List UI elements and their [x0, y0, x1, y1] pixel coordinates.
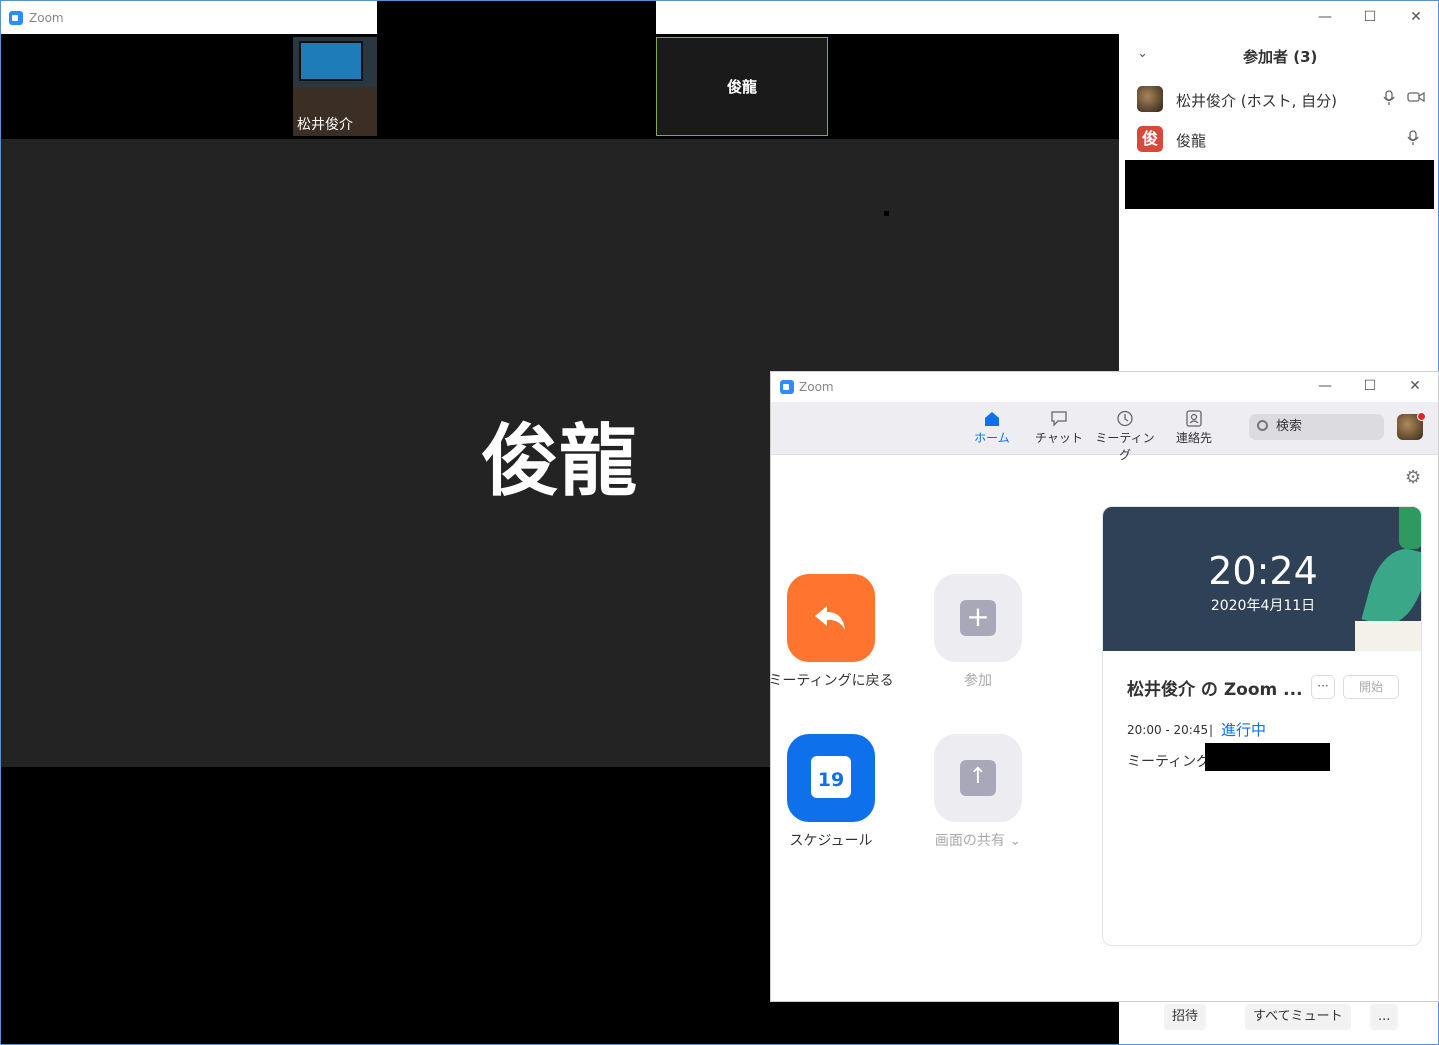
window-title: Zoom [29, 11, 64, 25]
notification-badge [1417, 412, 1426, 421]
tab-label: ミーティング [1095, 431, 1155, 462]
upload-arrow-icon: ↑ [960, 760, 996, 796]
clock-icon [1117, 410, 1133, 427]
return-to-meeting-button[interactable] [787, 574, 875, 662]
redaction-box [1125, 160, 1434, 209]
action-label: 参加 [964, 673, 992, 689]
maximize-button[interactable]: ☐ [1358, 376, 1382, 396]
more-button[interactable]: ··· [1311, 675, 1335, 699]
video-camera-icon[interactable] [1407, 90, 1425, 108]
redaction-box [1205, 743, 1330, 771]
maximize-button[interactable]: ☐ [1358, 7, 1382, 27]
tab-label: 連絡先 [1175, 431, 1212, 445]
meeting-time-range: 20:00 - 20:45 [1127, 723, 1209, 737]
mute-all-button[interactable]: すべてミュート [1245, 1004, 1351, 1030]
participant-row[interactable]: 俊 俊龍 [1119, 120, 1438, 160]
start-button[interactable]: 開始 [1343, 675, 1399, 699]
thumbnail-name: 俊龍 [726, 78, 757, 96]
zoom-logo-icon [9, 11, 23, 25]
join-button[interactable]: + [934, 574, 1022, 662]
search-input[interactable]: 検索 [1249, 414, 1384, 440]
microphone-icon[interactable] [1383, 90, 1395, 110]
home-icon [985, 412, 999, 426]
zoom-home-window: Zoom — ☐ ✕ ホーム チャット ミーティング 連絡先 検索 ⚙ ミーティ… [768, 371, 1439, 1002]
avatar: 俊 [1137, 126, 1163, 152]
avatar [1137, 86, 1163, 112]
invite-button[interactable]: 招待 [1164, 1004, 1207, 1030]
search-icon [1257, 420, 1268, 431]
plant-decoration [1399, 507, 1421, 549]
reply-arrow-icon [815, 606, 845, 630]
minimize-button[interactable]: — [1313, 7, 1337, 27]
meeting-card: 20:24 2020年4月11日 松井俊介 の Zoom ... ··· 開始 … [1102, 506, 1422, 946]
clock-banner: 20:24 2020年4月11日 [1103, 507, 1421, 651]
meeting-title: 松井俊介 の Zoom ... [1127, 680, 1303, 700]
chat-icon [1051, 411, 1067, 427]
calendar-icon: 19 [811, 756, 851, 798]
decorative-dot [884, 211, 889, 216]
more-options-button[interactable]: ... [1370, 1004, 1399, 1030]
status-badge: 進行中 [1221, 721, 1267, 739]
zoom-logo-icon [780, 380, 794, 394]
action-label: スケジュール [789, 833, 873, 849]
chevron-down-icon[interactable]: ⌄ [1009, 833, 1021, 849]
gear-icon[interactable]: ⚙ [1405, 467, 1421, 488]
contacts-icon [1186, 410, 1202, 427]
close-button[interactable]: ✕ [1403, 376, 1427, 396]
tab-label: チャット [1035, 431, 1083, 445]
redaction-box [377, 1, 656, 143]
close-button[interactable]: ✕ [1404, 7, 1428, 27]
minimize-button[interactable]: — [1313, 376, 1337, 396]
search-placeholder: 検索 [1276, 419, 1303, 434]
thumbnail-name: 松井俊介 [297, 117, 353, 133]
participant-name: 松井俊介 (ホスト, 自分) [1176, 92, 1338, 110]
clock-time: 20:24 [1208, 549, 1318, 593]
video-content [299, 41, 363, 81]
participant-row[interactable]: 松井俊介 (ホスト, 自分) [1119, 80, 1438, 120]
action-label: 画面の共有 ⌄ [903, 830, 1053, 850]
participant-name: 俊龍 [1176, 132, 1207, 150]
action-label: ミーティングに戻る [768, 673, 894, 689]
microphone-icon[interactable] [1407, 130, 1419, 150]
panel-title: 参加者 (3) [1243, 48, 1318, 66]
panel-header: ⌄ 参加者 (3) [1119, 44, 1438, 68]
active-speaker-name: 俊龍 [481, 417, 638, 507]
video-thumbnail-self[interactable]: 松井俊介 [293, 37, 377, 136]
share-screen-button[interactable]: ↑ [934, 734, 1022, 822]
separator: | [1209, 723, 1214, 737]
schedule-button[interactable]: 19 [787, 734, 875, 822]
window-title: Zoom [799, 380, 834, 394]
share-label: 画面の共有 [934, 833, 1005, 849]
tab-contacts[interactable]: 連絡先 [1169, 410, 1219, 446]
home-nav-bar: ホーム チャット ミーティング 連絡先 検索 [771, 402, 1438, 462]
meeting-titlebar: Zoom — ☐ ✕ [1, 1, 1438, 34]
plant-decoration [1355, 621, 1421, 651]
plus-icon: + [960, 600, 996, 636]
tab-label: ホーム [974, 431, 1010, 445]
tab-chat[interactable]: チャット [1033, 410, 1085, 446]
video-thumbnail-other[interactable]: 俊龍 [656, 37, 828, 136]
clock-date: 2020年4月11日 [1210, 598, 1316, 614]
tab-meetings[interactable]: ミーティング [1093, 410, 1157, 463]
tab-home[interactable]: ホーム [969, 410, 1015, 446]
home-titlebar: Zoom — ☐ ✕ [771, 372, 1438, 402]
chevron-down-icon[interactable]: ⌄ [1137, 46, 1148, 61]
